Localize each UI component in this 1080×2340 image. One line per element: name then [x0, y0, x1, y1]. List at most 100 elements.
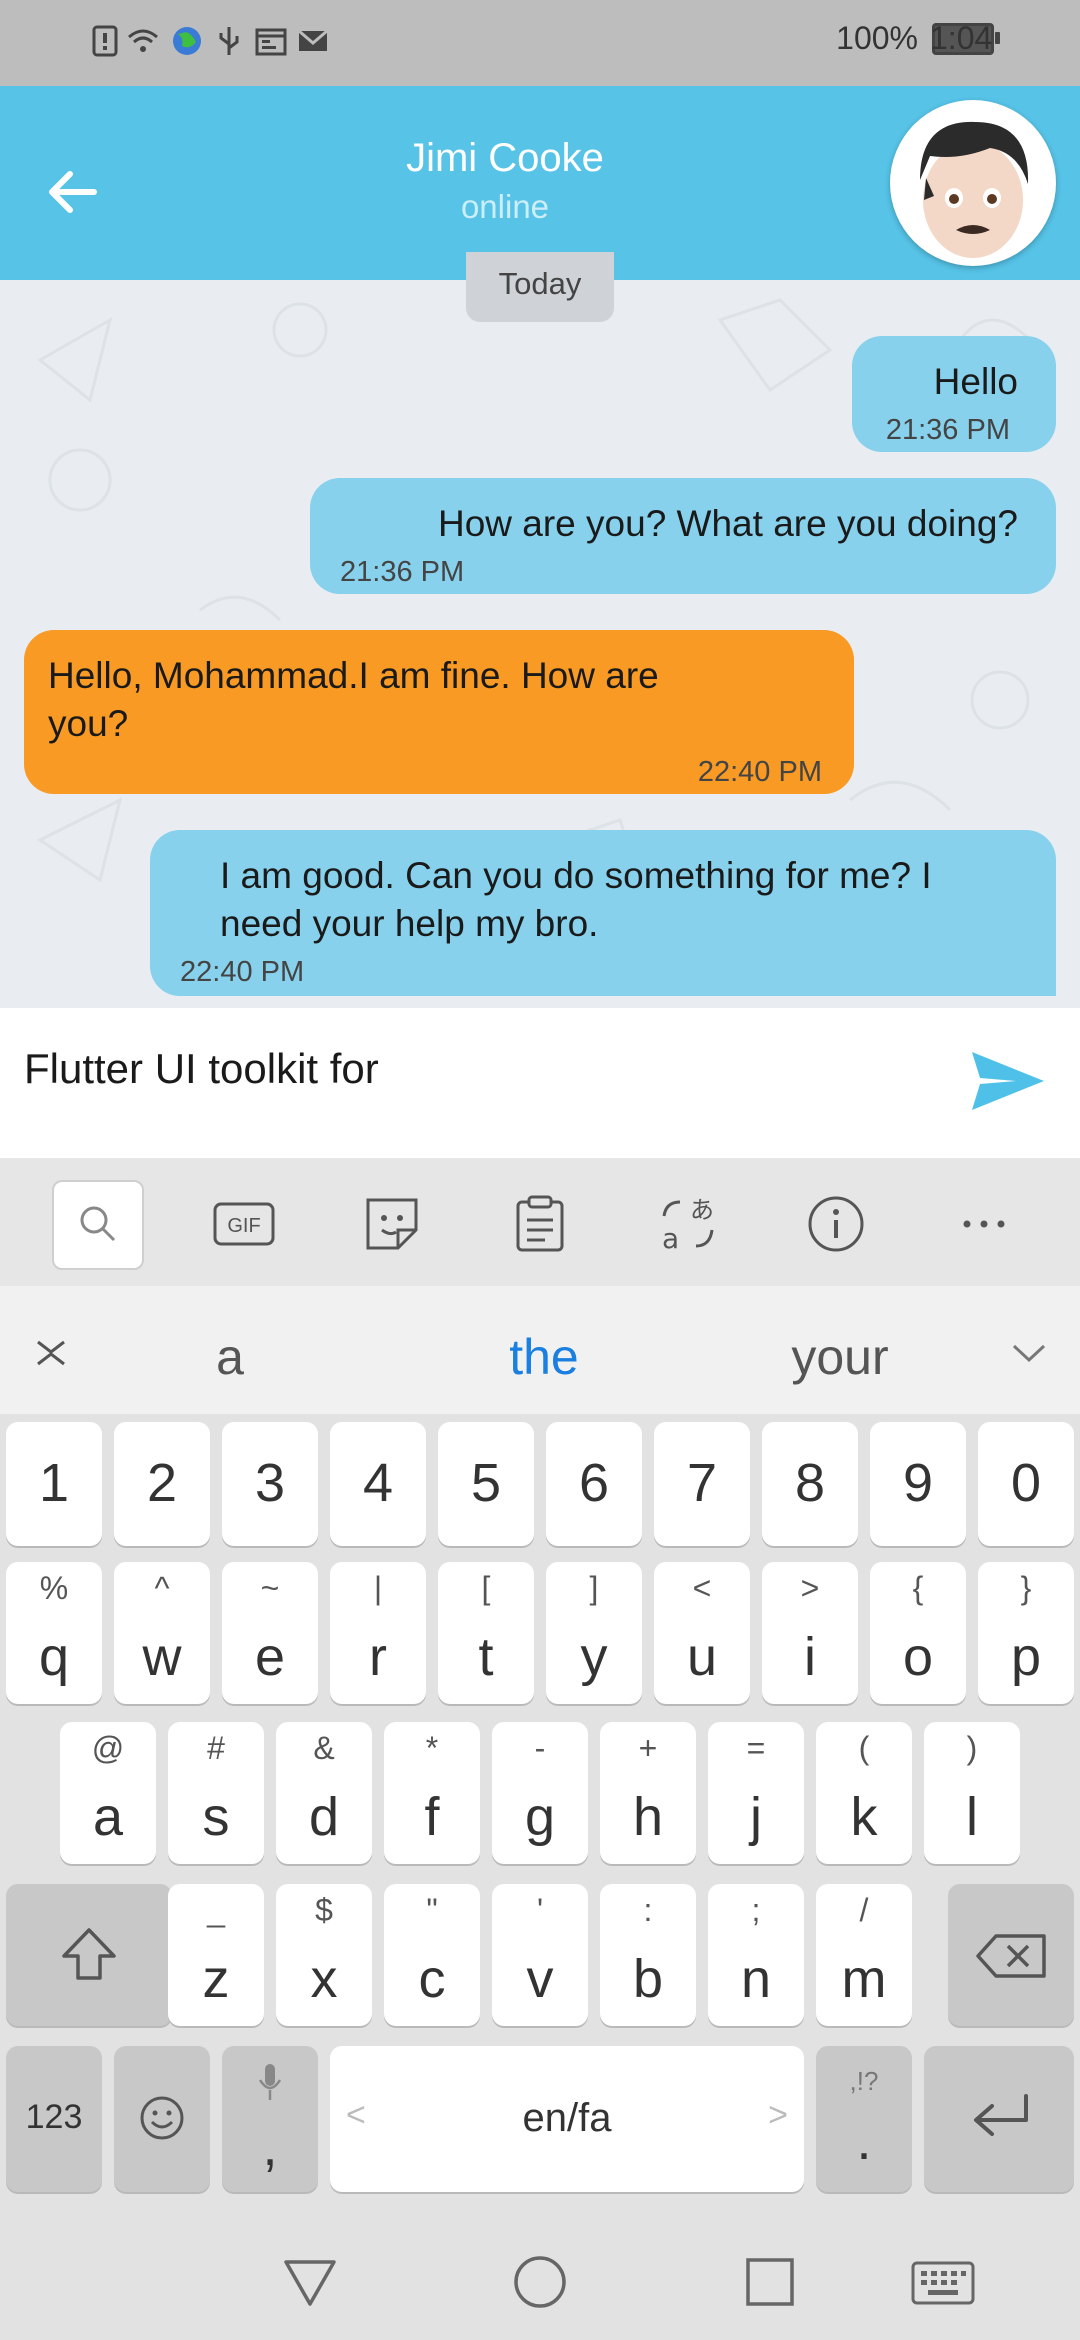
key-label: 7	[686, 1453, 718, 1513]
avatar[interactable]	[890, 100, 1056, 266]
key-v[interactable]: ' v	[492, 1884, 588, 2026]
more-button[interactable]	[940, 1180, 1028, 1268]
svg-text:あ: あ	[690, 1196, 714, 1224]
emoji-key[interactable]	[114, 2046, 210, 2192]
key-e[interactable]: ~ e	[222, 1562, 318, 1704]
key-k[interactable]: (k	[816, 1722, 912, 1864]
sticker-button[interactable]	[348, 1180, 436, 1268]
message-bubble-outgoing[interactable]: I am good. Can you do something for me? …	[150, 830, 1056, 996]
suggestion-item[interactable]: a	[80, 1328, 380, 1386]
key-alt-label: -	[534, 1730, 546, 1766]
key-n[interactable]: ; n	[708, 1884, 804, 2026]
key-o[interactable]: {o	[870, 1562, 966, 1704]
backspace-key[interactable]	[948, 1884, 1074, 2026]
gif-button[interactable]: GIF	[200, 1180, 288, 1268]
message-text-line: I am good. Can you do something for me? …	[220, 855, 932, 896]
send-button[interactable]	[968, 1046, 1048, 1116]
enter-key[interactable]	[924, 2046, 1074, 2192]
clipboard-button[interactable]	[496, 1180, 584, 1268]
key-alt-label: "	[426, 1892, 438, 1928]
suggestion-item-active[interactable]: the	[394, 1328, 694, 1386]
comma-key[interactable]: ,	[222, 2046, 318, 2192]
key-alt-label: '	[536, 1892, 544, 1928]
message-bubble-incoming[interactable]: Hello, Mohammad.I am fine. How are you? …	[24, 630, 854, 794]
key-s[interactable]: # s	[168, 1722, 264, 1864]
nav-keyboard-button[interactable]	[910, 2258, 976, 2308]
mail-icon	[298, 29, 328, 51]
send-icon	[972, 1052, 1044, 1110]
key-alt-label: %	[39, 1570, 69, 1606]
nav-home-button[interactable]	[510, 2252, 570, 2312]
key-label: 8	[794, 1453, 826, 1513]
key-8[interactable]: 8	[762, 1422, 858, 1546]
message-text-line: you?	[48, 703, 129, 744]
key-x[interactable]: $ x	[276, 1884, 372, 2026]
clock: 1:04	[930, 20, 993, 56]
key-label: 123	[25, 2098, 83, 2136]
key-j[interactable]: = j	[708, 1722, 804, 1864]
message-text: Hello	[933, 361, 1018, 402]
key-m[interactable]: / m	[816, 1884, 912, 2026]
key-label: o	[902, 1627, 934, 1687]
sim-alert-icon	[92, 25, 118, 57]
nav-home-icon	[514, 2256, 566, 2308]
nav-recents-button[interactable]	[742, 2254, 798, 2310]
key-label: 9	[902, 1453, 934, 1513]
key-i[interactable]: > i	[762, 1562, 858, 1704]
key-c[interactable]: " c	[384, 1884, 480, 2026]
key-q[interactable]: % q	[6, 1562, 102, 1704]
key-f[interactable]: * f	[384, 1722, 480, 1864]
key-h[interactable]: + h	[600, 1722, 696, 1864]
keyboard-search-button[interactable]	[52, 1180, 144, 1270]
key-7[interactable]: 7	[654, 1422, 750, 1546]
shift-key[interactable]	[6, 1884, 172, 2026]
info-button[interactable]	[792, 1180, 880, 1268]
backspace-icon	[976, 1934, 1046, 1978]
key-p[interactable]: } p	[978, 1562, 1074, 1704]
key-d[interactable]: & d	[276, 1722, 372, 1864]
key-y[interactable]: ] y	[546, 1562, 642, 1704]
collapse-keyboard-button[interactable]	[26, 1328, 76, 1378]
key-0[interactable]: 0	[978, 1422, 1074, 1546]
key-l[interactable]: ) l	[924, 1722, 1020, 1864]
nav-back-button[interactable]	[280, 2254, 340, 2310]
key-u[interactable]: < u	[654, 1562, 750, 1704]
message-bubble-outgoing[interactable]: How are you? What are you doing? 21:36 P…	[310, 478, 1056, 594]
key-alt-label: )	[966, 1730, 978, 1766]
key-w[interactable]: ^ w	[114, 1562, 210, 1704]
key-4[interactable]: 4	[330, 1422, 426, 1546]
key-2[interactable]: 2	[114, 1422, 210, 1546]
key-label: j	[750, 1787, 762, 1847]
key-5[interactable]: 5	[438, 1422, 534, 1546]
numbers-mode-key[interactable]: 123	[6, 2046, 102, 2192]
key-alt-label: >	[800, 1570, 820, 1606]
space-key[interactable]: < en/fa >	[330, 2046, 804, 2192]
key-9[interactable]: 9	[870, 1422, 966, 1546]
enter-icon	[974, 2094, 1028, 2136]
key-3[interactable]: 3	[222, 1422, 318, 1546]
key-alt-label: *	[425, 1730, 439, 1766]
key-label: b	[632, 1949, 664, 2009]
period-key[interactable]: ,!? .	[816, 2046, 912, 2192]
key-a[interactable]: @ a	[60, 1722, 156, 1864]
key-g[interactable]: -g	[492, 1722, 588, 1864]
key-r[interactable]: | r	[330, 1562, 426, 1704]
message-input[interactable]: Flutter UI toolkit for	[24, 1045, 379, 1093]
key-label: l	[966, 1787, 978, 1847]
key-z[interactable]: _ z	[168, 1884, 264, 2026]
key-alt-label: #	[207, 1730, 225, 1766]
message-text-line: Hello, Mohammad.I am fine. How are	[48, 655, 659, 696]
key-6[interactable]: 6	[546, 1422, 642, 1546]
suggestion-item[interactable]: your	[690, 1328, 990, 1386]
key-label: q	[38, 1627, 70, 1687]
key-b[interactable]: :b	[600, 1884, 696, 2026]
key-t[interactable]: [t	[438, 1562, 534, 1704]
key-label: m	[841, 1949, 887, 2009]
key-1[interactable]: 1	[6, 1422, 102, 1546]
date-label: Today	[498, 266, 582, 301]
key-label: 4	[362, 1453, 394, 1513]
translate-button[interactable]: あa	[644, 1180, 732, 1268]
expand-suggestions-button[interactable]	[1004, 1330, 1054, 1380]
message-bubble-outgoing[interactable]: Hello 21:36 PM	[852, 336, 1056, 452]
message-time: 22:40 PM	[697, 756, 822, 788]
